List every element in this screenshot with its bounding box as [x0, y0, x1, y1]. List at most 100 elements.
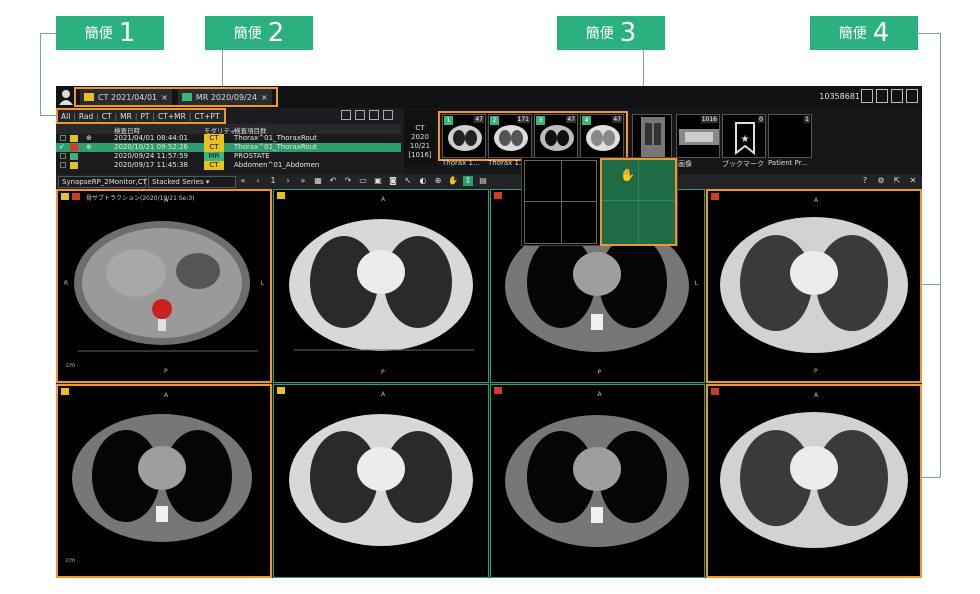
settings-icon[interactable] — [891, 89, 903, 103]
viewport-7[interactable]: A — [490, 384, 705, 578]
image-count: 171 — [516, 116, 530, 123]
pointer-icon[interactable]: ↖ — [403, 176, 413, 186]
stack-icon[interactable]: ▤ — [478, 176, 488, 186]
series-thumbnail[interactable]: 1 47 — [442, 114, 486, 158]
modality-badge: MR — [204, 152, 224, 161]
grid-divider — [561, 161, 562, 243]
viewport-grid: 骨サブトラクション(2020/10/21 Se:3) A R L P cm A … — [56, 189, 922, 578]
series-mode-select[interactable]: Stacked Series ▾ — [148, 176, 236, 188]
viewer-toolbar: SynapseRP_2Monitor,CT ▾ Stacked Series ▾… — [56, 175, 922, 189]
compare-icon[interactable] — [341, 110, 351, 120]
patient-id: 10358681 — [819, 92, 860, 101]
series-thumbnail[interactable]: 4 47 — [580, 114, 624, 158]
filter-ct-mr[interactable]: CT+MR — [155, 112, 189, 121]
viewport-4[interactable]: A P — [706, 189, 922, 383]
orientation-left: L — [694, 280, 698, 288]
table-row[interactable]: ✓ ⊕ 2020/10/21 09:52:26 CT Thorax^01_Tho… — [56, 143, 401, 152]
first-page-icon[interactable]: « — [238, 176, 248, 186]
series-thumbnail[interactable]: 2 171 — [488, 114, 532, 158]
filter-ct-pt[interactable]: CT+PT — [191, 112, 222, 121]
copy-icon[interactable] — [355, 110, 365, 120]
series-caption: Patient Pr... — [768, 159, 808, 167]
pan-icon[interactable]: ✋ — [448, 176, 458, 186]
zoom-icon[interactable]: ⊕ — [433, 176, 443, 186]
callout-1: 簡便 1 — [56, 16, 164, 50]
exam-info: CT 2020 10/21 [1016] — [404, 110, 436, 166]
tab-label: MR 2020/09/24 — [195, 92, 257, 102]
series-color-indicator — [61, 388, 69, 395]
image-count: 47 — [612, 116, 622, 123]
table-row[interactable]: ⊕ 2021/04/01 08:44:01 CT Thorax^01_Thora… — [56, 134, 401, 143]
grid-layout-icon[interactable]: ▦ — [313, 176, 323, 186]
study-tab-ct[interactable]: CT 2021/04/01 × — [80, 89, 172, 105]
study-date: 2020/09/17 11:45:38 — [114, 161, 189, 169]
table-row[interactable]: 2020/09/24 11:57:59 MR PROSTATE — [56, 152, 401, 161]
undo-icon[interactable]: ↶ — [328, 176, 338, 186]
layout-grid-2x2[interactable] — [524, 160, 597, 244]
next-page-icon[interactable]: › — [283, 176, 293, 186]
layout-drop-target[interactable]: ✋ — [600, 158, 677, 246]
report-icon[interactable] — [876, 89, 888, 103]
viewport-5[interactable]: A cm — [56, 384, 272, 578]
orientation-posterior: P — [597, 369, 602, 376]
orientation-anterior: A — [814, 197, 819, 204]
export-icon[interactable]: ⇱ — [892, 176, 902, 186]
series-thumbnail[interactable]: 1016 — [676, 114, 720, 158]
patient-profile-thumbnail[interactable]: 1 — [768, 114, 812, 158]
gear-icon[interactable]: ⚙ — [876, 176, 886, 186]
bookmark-thumbnail[interactable]: ★ 0 — [722, 114, 766, 158]
orientation-posterior: P — [381, 369, 385, 376]
image-count: 1016 — [700, 116, 718, 123]
close-icon[interactable]: × — [261, 93, 268, 102]
row-checkbox[interactable] — [60, 135, 66, 141]
filter-pt[interactable]: PT — [137, 112, 152, 121]
last-page-icon[interactable]: » — [298, 176, 308, 186]
callout-4-line — [918, 33, 940, 34]
close-icon[interactable]: × — [161, 93, 168, 102]
user-icon[interactable] — [58, 88, 74, 106]
expand-icon[interactable] — [383, 110, 393, 120]
refresh-icon[interactable] — [369, 110, 379, 120]
image-count: 0 — [758, 116, 764, 123]
help-icon[interactable]: ? — [860, 176, 870, 186]
series-thumbnail[interactable] — [632, 114, 672, 158]
open-icon[interactable]: ⊕ — [86, 134, 92, 143]
row-checkbox[interactable] — [60, 153, 66, 159]
series-thumbnail[interactable]: 3 47 — [534, 114, 578, 158]
prev-page-icon[interactable]: ‹ — [253, 176, 263, 186]
study-description: Abdomen^01_Abdomen — [234, 161, 320, 169]
folder-icon[interactable]: ▭ — [358, 176, 368, 186]
save-icon[interactable]: ▣ — [373, 176, 383, 186]
series-color-indicator — [277, 192, 285, 199]
filter-all[interactable]: All — [58, 112, 73, 121]
image-count: 47 — [566, 116, 576, 123]
series-number: 3 — [536, 116, 545, 125]
series-color-indicator — [277, 387, 285, 394]
contrast-icon[interactable]: ◐ — [418, 176, 428, 186]
exam-modality: CT — [415, 124, 425, 132]
orientation-posterior: P — [164, 368, 168, 375]
title-bar: CT 2021/04/01 × MR 2020/09/24 × 10358681 — [56, 86, 922, 108]
grid-divider — [638, 160, 639, 244]
table-row[interactable]: 2020/09/17 11:45:38 CT Abdomen^01_Abdome… — [56, 161, 401, 170]
camera-icon[interactable]: ◙ — [388, 176, 398, 186]
filter-mr[interactable]: MR — [117, 112, 135, 121]
viewport-8[interactable]: A — [706, 384, 922, 578]
layout-drop-popup: ✋ — [521, 157, 678, 246]
redo-icon[interactable]: ↷ — [343, 176, 353, 186]
row-checkbox[interactable] — [60, 162, 66, 168]
ct-lung-image — [720, 412, 908, 548]
viewport-6[interactable]: A — [273, 384, 489, 578]
filter-ct[interactable]: CT — [99, 112, 115, 121]
study-tab-mr[interactable]: MR 2020/09/24 × — [177, 89, 272, 105]
layout-icon[interactable] — [906, 89, 918, 103]
monitor-layout-select[interactable]: SynapseRP_2Monitor,CT ▾ — [58, 176, 153, 188]
monitor-icon[interactable] — [861, 89, 873, 103]
scroll-icon[interactable]: ⇕ — [463, 176, 473, 186]
toolbar-icons: « ‹ 1 › » ▦ ↶ ↷ ▭ ▣ ◙ ↖ ◐ ⊕ ✋ ⇕ ▤ — [238, 176, 488, 186]
open-icon[interactable]: ⊕ — [86, 143, 92, 152]
filter-rad[interactable]: Rad — [76, 112, 96, 121]
viewport-2[interactable]: A P — [273, 189, 489, 383]
close-icon[interactable]: ✕ — [908, 176, 918, 186]
viewport-1[interactable]: 骨サブトラクション(2020/10/21 Se:3) A R L P cm — [56, 189, 272, 383]
